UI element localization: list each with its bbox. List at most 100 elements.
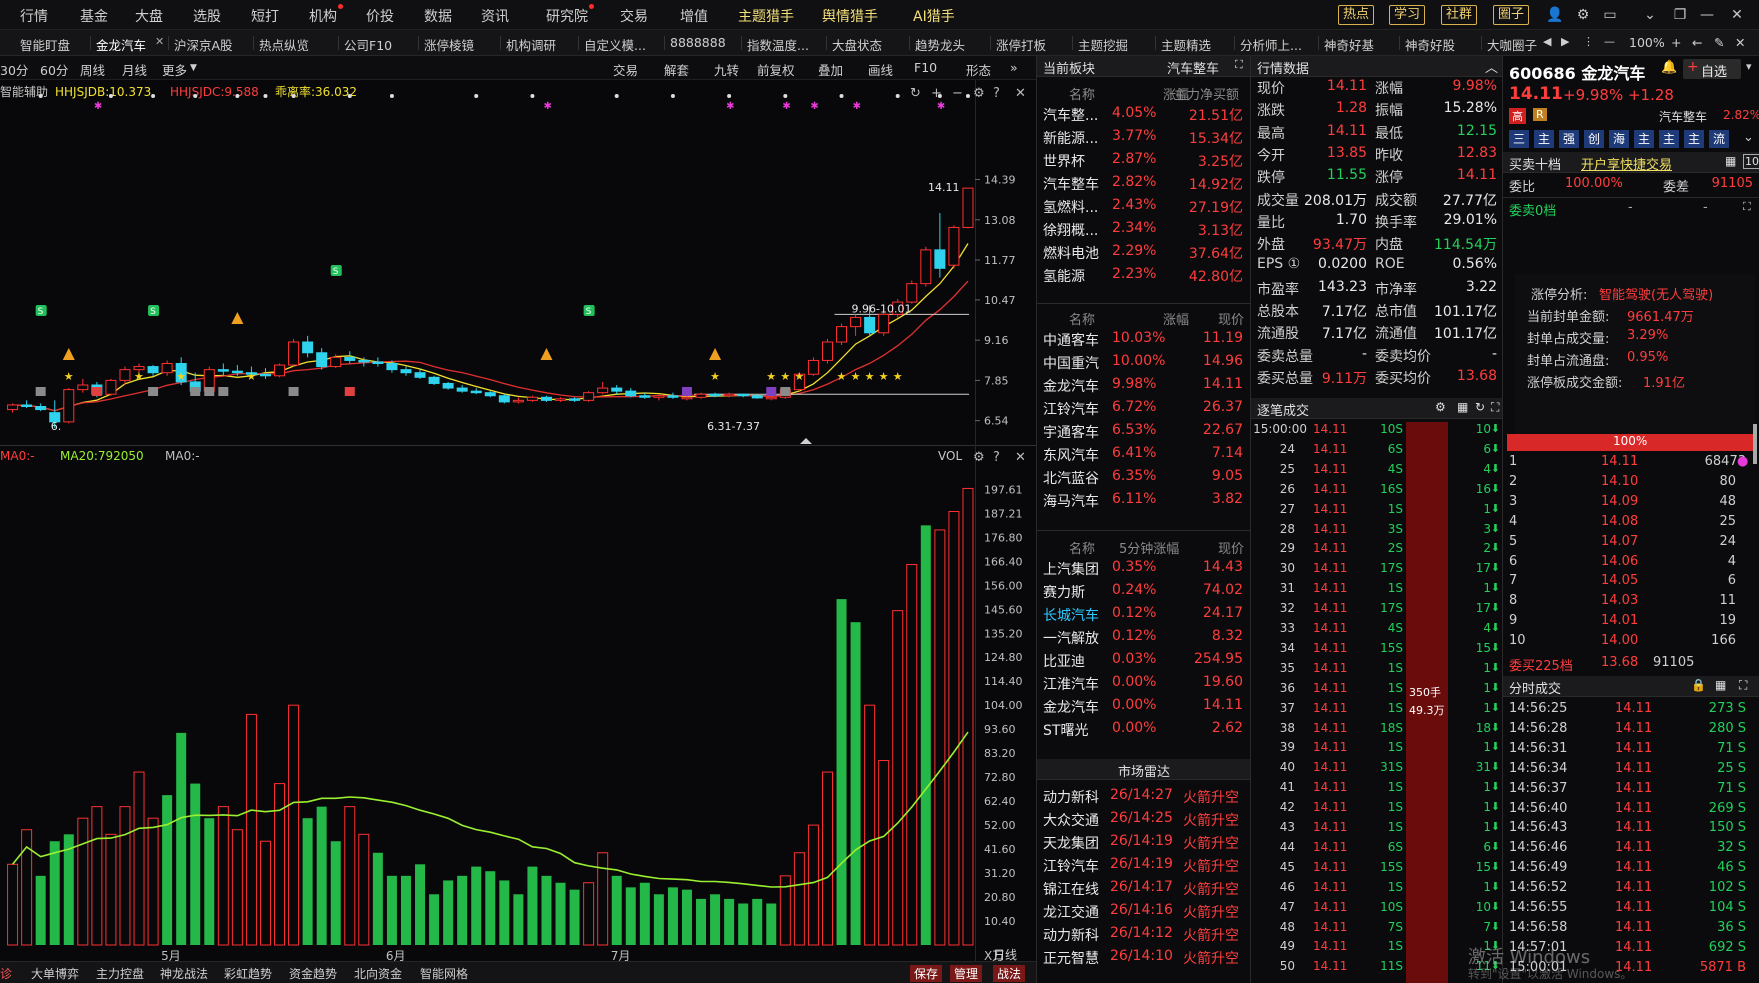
sector-row[interactable]: 燃料电池 2.29% 37.64亿 bbox=[1037, 243, 1251, 266]
candlestick[interactable] bbox=[35, 403, 47, 412]
tab-item[interactable]: 神奇好基 bbox=[1324, 35, 1374, 54]
stock-row[interactable]: 海马汽车 6.11% 3.82 bbox=[1037, 491, 1251, 514]
sector-row[interactable]: 世界杯 2.87% 3.25亿 bbox=[1037, 151, 1251, 174]
minus-icon[interactable]: − bbox=[952, 86, 963, 101]
right-arrow-icon[interactable]: ▶ bbox=[1561, 35, 1569, 48]
edit-icon[interactable]: ✎ bbox=[1714, 35, 1724, 50]
candlestick[interactable] bbox=[555, 397, 567, 402]
stock-row[interactable]: 金龙汽车 0.00% 14.11 bbox=[1037, 697, 1251, 720]
sector-name[interactable]: 汽车整车 bbox=[1167, 58, 1219, 77]
candlestick[interactable] bbox=[21, 400, 33, 409]
close-icon[interactable]: ✕ bbox=[1015, 450, 1026, 465]
period-button[interactable]: 更多 bbox=[162, 60, 187, 79]
bottom-action[interactable]: 管理 bbox=[950, 965, 983, 982]
candlestick[interactable] bbox=[962, 187, 974, 229]
tab-item[interactable]: 主题挖掘 bbox=[1078, 35, 1128, 54]
stock-row[interactable]: 中国重汽 10.00% 14.96 bbox=[1037, 353, 1251, 376]
nav-item[interactable]: 增值 bbox=[680, 6, 708, 26]
sector-row[interactable]: 汽车整车 2.82% 14.92亿 bbox=[1037, 174, 1251, 197]
close-icon[interactable]: ✕ bbox=[1727, 5, 1747, 25]
expand-icon[interactable]: ⛶ bbox=[1491, 400, 1499, 415]
radar-row[interactable]: 江铃汽车 26/14:19 火箭升空 bbox=[1037, 856, 1251, 879]
bottom-tab[interactable]: 彩虹趋势 bbox=[224, 965, 272, 982]
candlestick[interactable] bbox=[147, 365, 159, 376]
tab-item[interactable]: 机构调研 bbox=[506, 35, 556, 54]
chart-tool-button[interactable]: 画线 bbox=[868, 60, 893, 79]
top-link-button[interactable]: 热点 bbox=[1338, 5, 1375, 25]
function-icon[interactable]: 三 bbox=[1509, 130, 1529, 148]
user-icon[interactable]: 👤 bbox=[1545, 5, 1565, 25]
tab-item[interactable]: 指数温度... bbox=[747, 35, 809, 54]
radar-row[interactable]: 龙江交通 26/14:16 火箭升空 bbox=[1037, 902, 1251, 925]
candlestick[interactable] bbox=[611, 385, 623, 395]
lock-icon[interactable]: 🔒 bbox=[1691, 678, 1706, 692]
radar-row[interactable]: 天龙集团 26/14:19 火箭升空 bbox=[1037, 833, 1251, 856]
candlestick[interactable] bbox=[597, 381, 609, 395]
candlestick[interactable] bbox=[316, 348, 328, 370]
close-icon[interactable]: ✕ bbox=[1015, 86, 1026, 101]
tab-item[interactable]: 8888888 bbox=[670, 35, 726, 50]
candlestick[interactable] bbox=[63, 388, 75, 424]
refresh-icon[interactable]: ↻ bbox=[1475, 400, 1485, 414]
chevron-down-icon[interactable]: ⌄ bbox=[1743, 130, 1754, 145]
candlestick[interactable] bbox=[498, 394, 510, 404]
candlestick[interactable] bbox=[920, 246, 932, 287]
candlestick[interactable] bbox=[821, 338, 833, 364]
more-icon[interactable]: ⋮ bbox=[1583, 35, 1594, 48]
tab-close-icon[interactable]: ✕ bbox=[155, 35, 164, 48]
chart-tool-button[interactable]: 九转 bbox=[714, 60, 739, 79]
nav-item[interactable]: 舆情猎手 bbox=[822, 6, 878, 26]
sector-row[interactable]: 氢燃料... 2.43% 27.19亿 bbox=[1037, 197, 1251, 220]
scroll-marker[interactable] bbox=[800, 438, 812, 444]
expand-icon[interactable]: ⛶ bbox=[1235, 58, 1243, 72]
chart-tool-button[interactable]: 解套 bbox=[664, 60, 689, 79]
cross-icon[interactable]: ✕ bbox=[1735, 35, 1745, 50]
radar-row[interactable]: 锦江在线 26/14:17 火箭升空 bbox=[1037, 879, 1251, 902]
function-icon[interactable]: 强 bbox=[1559, 130, 1579, 148]
bottom-tab-partial[interactable]: 诊 bbox=[0, 965, 12, 982]
period-button[interactable]: 60分 bbox=[40, 60, 68, 79]
candlestick[interactable] bbox=[625, 388, 637, 398]
tab-item[interactable]: 自定义模... bbox=[584, 35, 646, 54]
candlestick[interactable] bbox=[583, 391, 595, 402]
kline-volume-chart[interactable]: 智能辅助 HHJSJDB:10.373 HHJSJDC:9.588 乖离率:36.03… bbox=[0, 80, 1036, 961]
candlestick[interactable] bbox=[948, 225, 960, 269]
function-icon[interactable]: 主 bbox=[1684, 130, 1704, 148]
window-icon[interactable]: ▭ bbox=[1600, 5, 1620, 25]
nav-item[interactable]: 研究院 bbox=[546, 4, 594, 26]
minimize-icon[interactable]: — bbox=[1697, 5, 1717, 25]
bottom-tab[interactable]: 北向资金 bbox=[354, 965, 402, 982]
tab-item[interactable]: 神奇好股 bbox=[1405, 35, 1455, 54]
expand-icon[interactable]: ⛶ bbox=[1743, 200, 1751, 214]
sector-row[interactable]: 新能源... 3.77% 15.34亿 bbox=[1037, 128, 1251, 151]
stock-row[interactable]: ST曙光 0.00% 2.62 bbox=[1037, 720, 1251, 743]
candlestick[interactable] bbox=[470, 388, 482, 395]
candlestick[interactable] bbox=[906, 280, 918, 304]
table-icon[interactable]: ▦ bbox=[1715, 678, 1726, 692]
stock-row[interactable]: 江淮汽车 0.00% 19.60 bbox=[1037, 674, 1251, 697]
tab-item[interactable]: 趋势龙头 bbox=[915, 35, 965, 54]
period-button[interactable]: 30分 bbox=[0, 60, 28, 79]
expand-icon[interactable]: » bbox=[1010, 60, 1018, 75]
chevron-down-icon[interactable]: ⌄ bbox=[1640, 5, 1660, 25]
candlestick[interactable] bbox=[344, 351, 356, 364]
top-link-button[interactable]: 社群 bbox=[1441, 5, 1478, 25]
candlestick[interactable] bbox=[569, 397, 581, 402]
nav-item[interactable]: 资讯 bbox=[481, 6, 509, 26]
plus-icon[interactable]: + bbox=[1671, 35, 1681, 50]
candlestick[interactable] bbox=[836, 323, 848, 346]
nav-item[interactable]: 选股 bbox=[193, 6, 221, 26]
back-icon[interactable]: ← bbox=[1692, 35, 1702, 50]
nav-item[interactable]: AI猎手 bbox=[913, 6, 955, 26]
period-button[interactable]: 月线 bbox=[122, 60, 147, 79]
sector-row[interactable]: 汽车整... 4.05% 21.51亿 bbox=[1037, 105, 1251, 128]
candlestick[interactable] bbox=[302, 335, 314, 358]
bottom-tab[interactable]: 主力控盘 bbox=[96, 965, 144, 982]
tab-item[interactable]: 公司F10 bbox=[344, 35, 392, 54]
bottom-action[interactable]: 战法 bbox=[993, 965, 1026, 982]
chart-tool-button[interactable]: 交易 bbox=[613, 60, 638, 79]
chart-tool-button[interactable]: 叠加 bbox=[818, 60, 843, 79]
candlestick[interactable] bbox=[934, 213, 946, 278]
nav-item[interactable]: 短打 bbox=[251, 6, 279, 26]
stock-row[interactable]: 江铃汽车 6.72% 26.37 bbox=[1037, 399, 1251, 422]
